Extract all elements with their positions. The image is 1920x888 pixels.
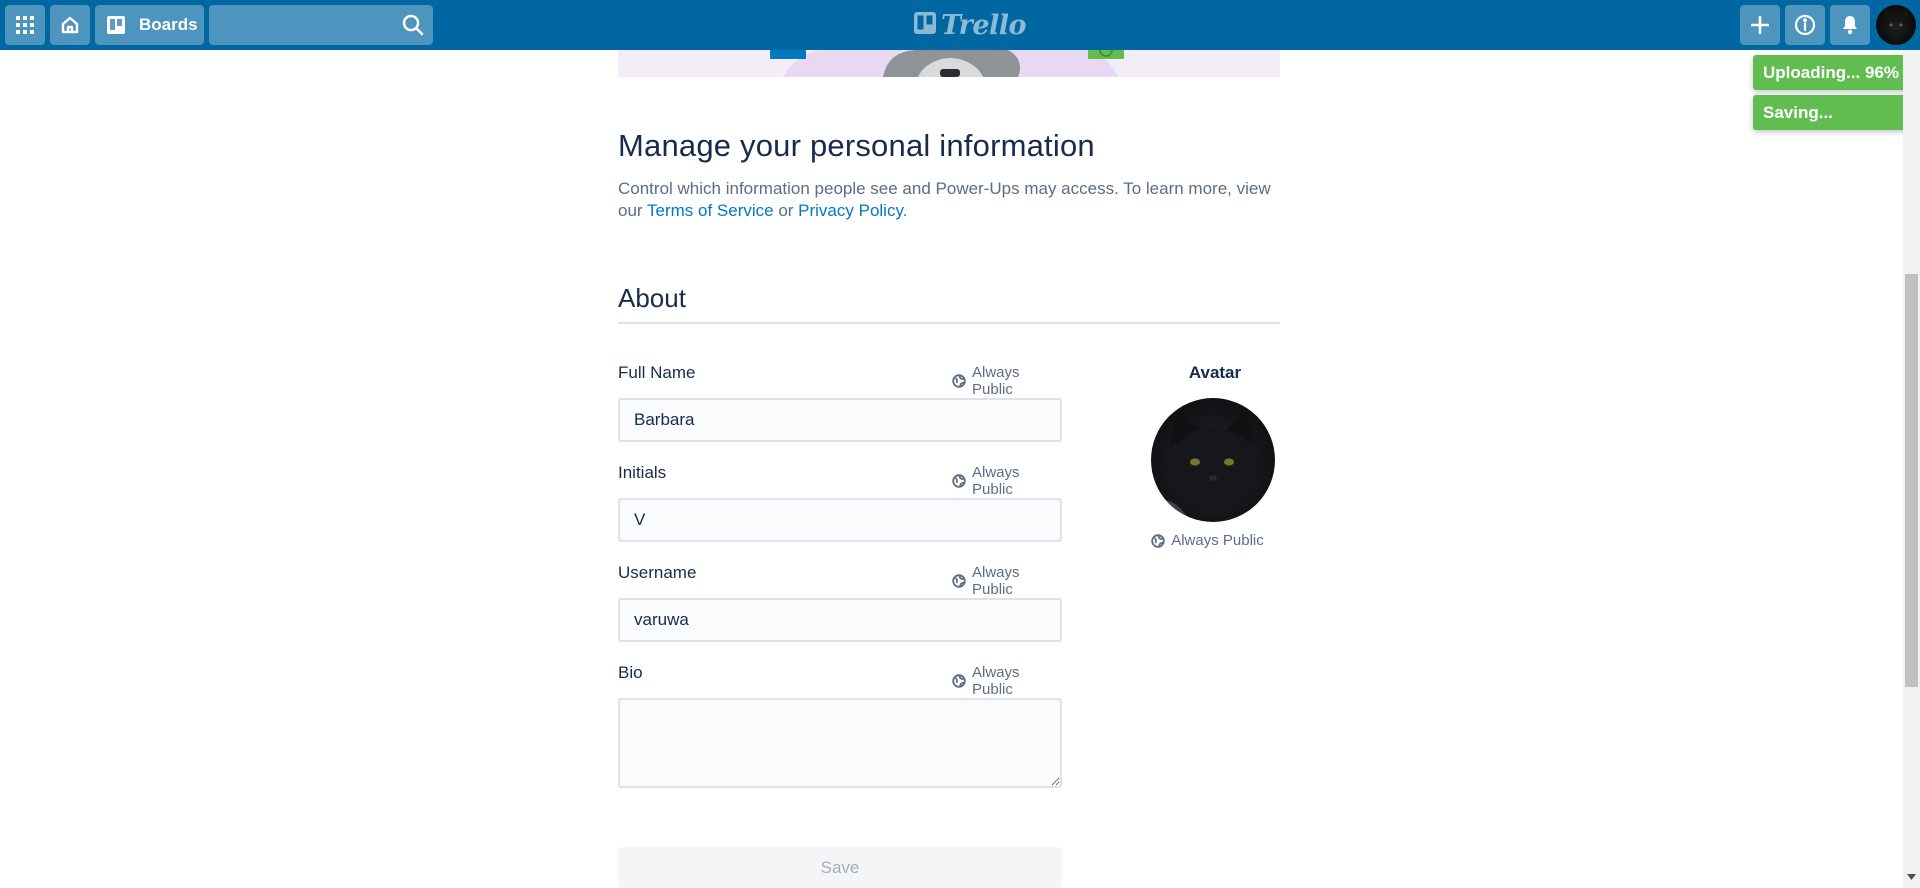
create-button[interactable] xyxy=(1740,5,1780,45)
privacy-policy-link[interactable]: Privacy Policy xyxy=(798,201,903,220)
page-description: Control which information people see and… xyxy=(618,178,1288,222)
trello-logo-icon xyxy=(914,10,936,41)
search-icon[interactable] xyxy=(402,14,424,41)
section-divider xyxy=(618,322,1280,324)
bio-label: Bio xyxy=(618,663,643,682)
globe-icon xyxy=(952,474,966,488)
boards-label: Boards xyxy=(139,15,198,34)
visibility-label: Always Public xyxy=(972,364,1020,398)
cat-avatar-icon xyxy=(1882,8,1910,27)
full-name-label: Full Name xyxy=(618,363,696,382)
bio-visibility[interactable]: Always Public xyxy=(952,664,1062,698)
initials-input[interactable] xyxy=(618,498,1062,542)
member-avatar-button[interactable] xyxy=(1876,5,1916,45)
save-button[interactable]: Save xyxy=(618,847,1062,888)
home-icon xyxy=(60,15,80,35)
chevron-down-icon[interactable] xyxy=(1907,867,1916,885)
about-section-title: About xyxy=(618,283,686,313)
top-header: Boards Trello xyxy=(0,0,1920,50)
hero-illustration xyxy=(618,50,1280,77)
bell-icon xyxy=(1841,15,1859,35)
trello-logo[interactable]: Trello xyxy=(914,9,1027,41)
page-scrollbar[interactable] xyxy=(1903,50,1920,888)
initials-label: Initials xyxy=(618,463,667,482)
info-button[interactable] xyxy=(1785,5,1825,45)
globe-icon xyxy=(952,574,966,588)
visibility-label: Always Public xyxy=(972,664,1020,698)
description-or: or xyxy=(773,201,799,220)
scrollbar-thumb[interactable] xyxy=(1905,274,1918,687)
plus-icon xyxy=(1751,16,1769,34)
description-suffix: . xyxy=(902,201,908,220)
apps-button[interactable] xyxy=(5,5,45,45)
page-title: Manage your personal information xyxy=(618,128,1095,163)
full-name-input[interactable] xyxy=(618,398,1062,442)
boards-button[interactable]: Boards xyxy=(95,5,204,45)
visibility-label: Always Public xyxy=(972,464,1020,498)
bio-textarea[interactable] xyxy=(618,698,1062,788)
avatar-visibility[interactable]: Always Public xyxy=(1145,532,1270,549)
avatar-image[interactable] xyxy=(1151,398,1275,522)
logo-text: Trello xyxy=(941,9,1027,41)
username-input[interactable] xyxy=(618,598,1062,642)
avatar-label: Avatar xyxy=(1188,363,1242,382)
full-name-visibility[interactable]: Always Public xyxy=(952,364,1062,398)
board-icon xyxy=(107,16,125,34)
initials-visibility[interactable]: Always Public xyxy=(952,464,1062,498)
visibility-label: Always Public xyxy=(1171,532,1264,549)
globe-icon xyxy=(952,374,966,388)
home-button[interactable] xyxy=(50,5,90,45)
visibility-label: Always Public xyxy=(972,564,1020,598)
saving-toast: Saving... xyxy=(1753,95,1915,130)
cat-photo-icon xyxy=(1151,410,1275,522)
terms-of-service-link[interactable]: Terms of Service xyxy=(647,201,774,220)
notifications-button[interactable] xyxy=(1830,5,1870,45)
upload-toast: Uploading... 96% xyxy=(1753,55,1915,90)
username-label: Username xyxy=(618,563,697,582)
grid-icon xyxy=(16,16,34,34)
globe-icon xyxy=(952,674,966,688)
info-icon xyxy=(1794,14,1816,36)
globe-icon xyxy=(1151,533,1165,548)
search-bar[interactable] xyxy=(209,5,433,45)
username-visibility[interactable]: Always Public xyxy=(952,564,1062,598)
